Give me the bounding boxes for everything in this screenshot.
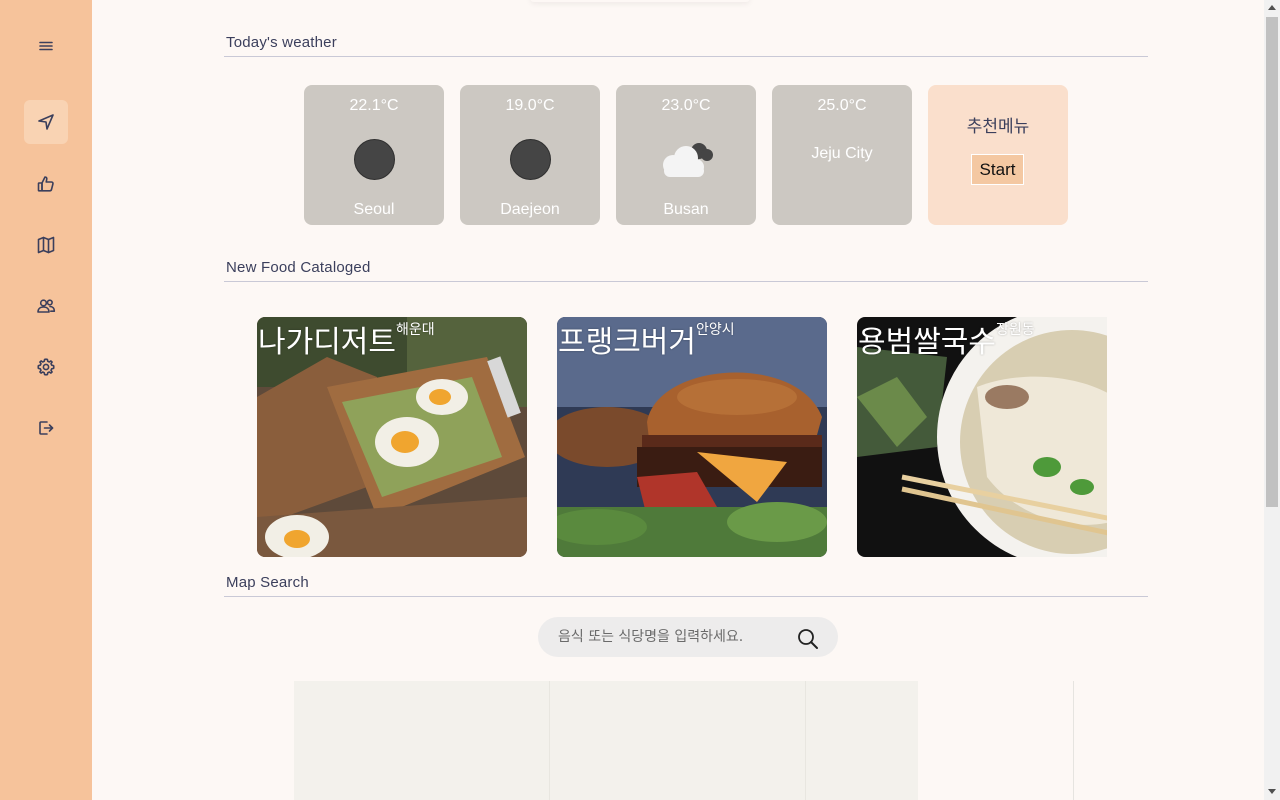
sidebar-item-nearby[interactable] [24,100,68,144]
weather-temp: 22.1°C [349,97,399,114]
weather-city: Jeju City [811,145,873,162]
map-search-bar [538,617,838,657]
food-card-title: 나가디저트해운대 [258,317,435,361]
food-card-dessert[interactable]: 나가디저트해운대 [257,317,527,557]
thumbs-up-icon [37,176,54,192]
logout-icon [39,421,54,435]
weather-section-divider [224,56,1148,57]
sidebar-item-recommend[interactable] [24,162,68,206]
food-card-burger[interactable]: 프랭크버거안양시 [557,317,827,557]
map-section-divider [224,596,1148,597]
restaurant-name: 나가디저트 [258,325,396,360]
restaurant-name: 용범쌀국수 [858,325,996,360]
restaurant-area: 장원동 [996,322,1035,338]
weather-card-jeju[interactable]: 25.0°C Jeju City [772,85,912,225]
weather-city: Busan [663,201,709,218]
food-section-divider [224,281,1148,282]
map-tile-seam [805,681,806,800]
restaurant-area: 해운대 [396,322,435,338]
map-tile-seam [549,681,550,800]
scrollbar-thumb[interactable] [1266,17,1278,507]
restaurant-name: 프랭크버거 [558,325,696,360]
sidebar-item-logout[interactable] [24,406,68,450]
food-card-title: 용범쌀국수장원동 [858,317,1035,361]
sidebar [0,0,92,800]
weather-card-busan[interactable]: 23.0°C Busan [616,85,756,225]
page-scrollbar[interactable] [1264,0,1280,800]
scroll-down-arrow[interactable] [1268,789,1276,794]
start-button[interactable]: Start [971,154,1024,185]
weather-temp: 25.0°C [817,97,867,114]
weather-city: Seoul [353,201,395,218]
map-view[interactable] [294,681,918,800]
menu-toggle-button[interactable] [24,24,68,68]
recommend-menu-label: 추천메뉴 [966,117,1030,136]
moon-icon [510,139,551,180]
weather-section-title: Today's weather [226,34,337,51]
scroll-up-arrow[interactable] [1268,5,1276,10]
weather-card-daejeon[interactable]: 19.0°C Daejeon [460,85,600,225]
top-bar-edge [530,0,750,2]
recommend-menu-card: 추천메뉴 Start [928,85,1068,225]
food-card-title: 프랭크버거안양시 [558,317,735,361]
sidebar-item-community[interactable] [24,284,68,328]
cloudy-night-icon [663,143,713,177]
map-icon [37,236,55,254]
weather-city: Daejeon [500,201,560,218]
map-edge [1073,681,1074,800]
weather-temp: 19.0°C [505,97,555,114]
navigation-arrow-icon [38,114,54,130]
food-card-pho[interactable]: 용범쌀국수장원동 [857,317,1107,557]
map-section-title: Map Search [226,574,309,591]
sidebar-item-map[interactable] [24,223,68,267]
moon-icon [354,139,395,180]
search-icon[interactable] [797,628,819,650]
hamburger-menu-icon [39,41,53,51]
food-section-title: New Food Cataloged [226,259,371,276]
sidebar-item-settings[interactable] [24,345,68,389]
restaurant-area: 안양시 [696,322,735,338]
users-icon [37,299,56,313]
weather-card-seoul[interactable]: 22.1°C Seoul [304,85,444,225]
map-search-input[interactable] [558,625,788,649]
gear-icon [37,358,55,376]
weather-temp: 23.0°C [661,97,711,114]
